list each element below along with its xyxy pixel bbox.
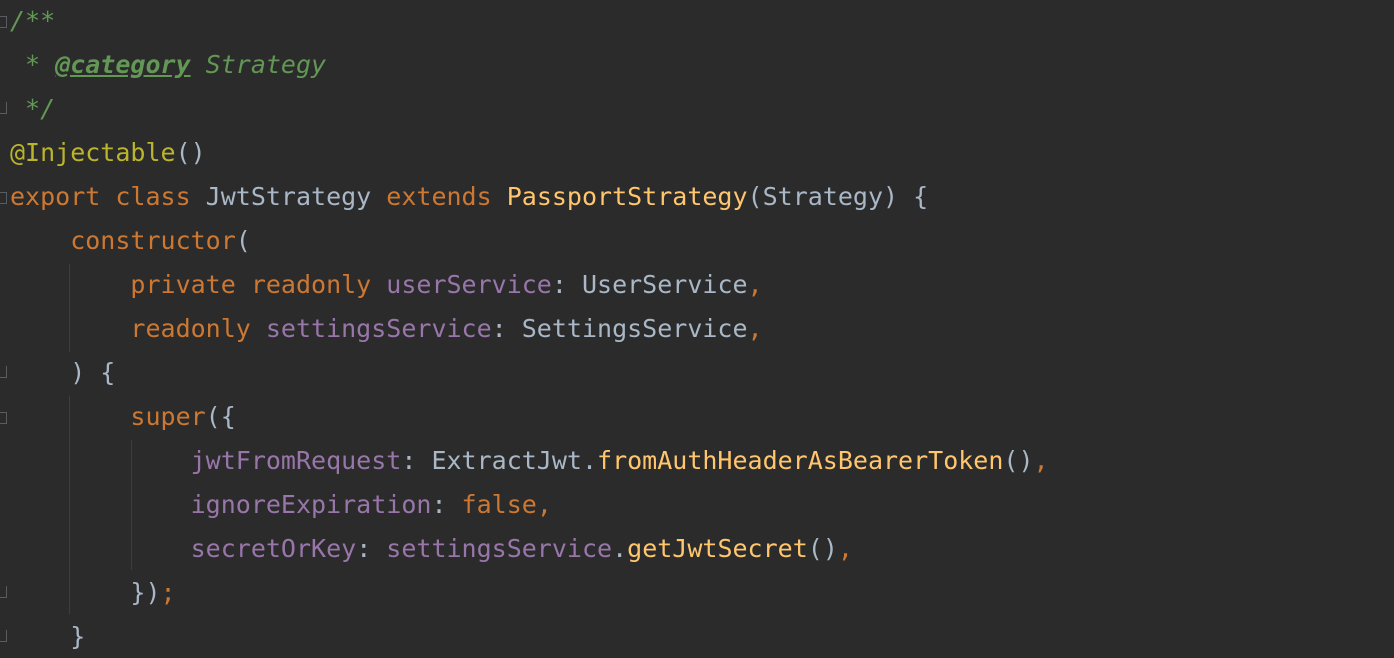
code-token: getJwtSecret — [627, 534, 808, 563]
code-line[interactable]: jwtFromRequest: ExtractJwt.fromAuthHeade… — [10, 439, 1049, 483]
code-line[interactable]: /** — [10, 0, 55, 43]
code-token: settingsService — [265, 314, 492, 343]
code-token: ({ — [205, 402, 236, 431]
code-line[interactable]: constructor( — [10, 219, 251, 263]
code-token: (Strategy) { — [747, 182, 929, 211]
code-token: JwtStrategy — [205, 182, 387, 211]
fold-marker-icon[interactable] — [0, 412, 7, 424]
code-token: } — [10, 622, 86, 651]
code-token: fromAuthHeaderAsBearerToken — [597, 446, 1004, 475]
code-token: ; — [160, 578, 176, 607]
fold-end-marker-icon[interactable] — [0, 630, 7, 642]
code-line[interactable]: readonly settingsService: SettingsServic… — [10, 307, 763, 351]
code-token: , — [837, 534, 853, 563]
code-token: () — [1003, 446, 1034, 475]
code-line[interactable]: } — [10, 615, 85, 658]
code-token: jwtFromRequest — [10, 446, 402, 475]
code-token: export class — [10, 182, 206, 211]
code-token: ignoreExpiration — [10, 490, 432, 519]
code-token: , — [747, 314, 763, 343]
code-token: , — [536, 490, 552, 519]
code-token: ( — [235, 226, 251, 255]
code-token: private readonly — [10, 270, 387, 299]
fold-end-marker-icon[interactable] — [0, 586, 7, 598]
fold-marker-icon[interactable] — [0, 16, 7, 28]
code-token: @Injectable — [10, 138, 176, 167]
code-token: settingsService — [386, 534, 613, 563]
code-line[interactable]: export class JwtStrategy extends Passpor… — [10, 175, 928, 219]
code-line[interactable]: }); — [10, 571, 176, 615]
code-token: : — [431, 490, 462, 519]
code-token: , — [1033, 446, 1049, 475]
code-token: Strategy — [190, 50, 327, 79]
code-line[interactable]: ) { — [10, 351, 115, 395]
code-token: * — [10, 50, 56, 79]
fold-marker-icon[interactable] — [0, 192, 7, 204]
code-token: : — [356, 534, 387, 563]
code-token: () — [175, 138, 206, 167]
code-editor[interactable]: /** * @category Strategy */@Injectable()… — [0, 0, 1394, 658]
code-token: : UserService — [551, 270, 748, 299]
code-line[interactable]: ignoreExpiration: false, — [10, 483, 552, 527]
code-token: extends — [386, 182, 507, 211]
code-line[interactable]: super({ — [10, 395, 236, 439]
code-line[interactable]: */ — [10, 87, 55, 131]
code-token: secretOrKey — [10, 534, 357, 563]
code-token: PassportStrategy — [506, 182, 748, 211]
code-token: userService — [386, 270, 552, 299]
code-line[interactable]: secretOrKey: settingsService.getJwtSecre… — [10, 527, 853, 571]
code-token: */ — [10, 94, 56, 123]
fold-end-marker-icon[interactable] — [0, 366, 7, 378]
code-token: /** — [10, 6, 56, 35]
code-token: @category — [55, 50, 191, 79]
code-token: : ExtractJwt. — [401, 446, 598, 475]
code-line[interactable]: * @category Strategy — [10, 43, 326, 87]
code-token: false — [461, 490, 537, 519]
code-token: () — [807, 534, 838, 563]
code-token: constructor — [10, 226, 236, 255]
code-token: ) { — [10, 358, 116, 387]
code-token: : SettingsService — [491, 314, 748, 343]
code-token: }) — [10, 578, 161, 607]
code-token: readonly — [10, 314, 266, 343]
code-line[interactable]: @Injectable() — [10, 131, 206, 175]
code-token: super — [10, 402, 206, 431]
fold-end-marker-icon[interactable] — [0, 102, 7, 114]
code-token: , — [747, 270, 763, 299]
code-token: . — [612, 534, 628, 563]
code-line[interactable]: private readonly userService: UserServic… — [10, 263, 763, 307]
